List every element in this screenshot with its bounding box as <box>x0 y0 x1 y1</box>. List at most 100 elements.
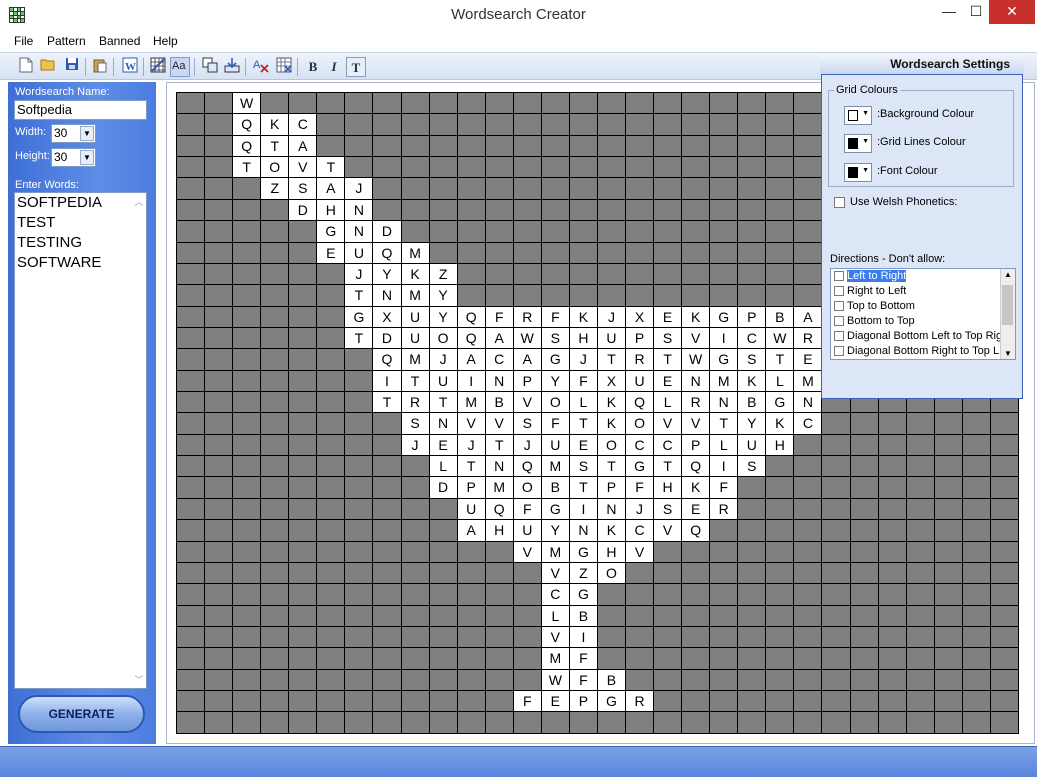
grid-blank-cell[interactable] <box>457 605 486 627</box>
grid-blank-cell[interactable] <box>233 691 262 713</box>
grid-blank-cell[interactable] <box>177 562 206 585</box>
grid-blank-cell[interactable] <box>177 498 206 521</box>
grid-blank-cell[interactable] <box>794 157 823 179</box>
grid-letter-cell[interactable]: J <box>626 498 655 521</box>
grid-blank-cell[interactable] <box>682 242 711 264</box>
grid-blank-cell[interactable] <box>850 413 879 435</box>
grid-letter-cell[interactable]: D <box>429 477 458 499</box>
grid-letter-cell[interactable]: T <box>710 413 739 435</box>
direction-item[interactable]: Diagonal Bottom Right to Top L <box>831 344 1015 359</box>
grid-letter-cell[interactable]: J <box>345 178 374 200</box>
grid-blank-cell[interactable] <box>962 520 991 542</box>
grid-blank-cell[interactable] <box>205 626 234 649</box>
grid-blank-cell[interactable] <box>205 221 234 243</box>
grid-letter-cell[interactable]: Q <box>682 456 711 478</box>
grid-letter-cell[interactable]: E <box>654 370 683 393</box>
grid-blank-cell[interactable] <box>513 584 542 606</box>
grid-letter-cell[interactable]: J <box>513 434 542 457</box>
grid-blank-cell[interactable] <box>654 93 683 115</box>
grid-letter-cell[interactable]: G <box>345 306 374 328</box>
grid-letter-cell[interactable]: H <box>766 434 795 457</box>
grid-blank-cell[interactable] <box>177 199 206 222</box>
grid-blank-cell[interactable] <box>289 669 318 692</box>
grid-blank-cell[interactable] <box>934 648 963 670</box>
grid-blank-cell[interactable] <box>485 157 514 179</box>
grid-letter-cell[interactable]: R <box>794 327 823 350</box>
grid-letter-cell[interactable]: T <box>345 327 374 350</box>
grid-letter-cell[interactable]: R <box>710 498 739 521</box>
grid-blank-cell[interactable] <box>822 648 851 670</box>
grid-blank-cell[interactable] <box>682 541 711 563</box>
grid-blank-cell[interactable] <box>261 349 290 371</box>
checkbox-icon[interactable] <box>834 346 844 357</box>
grid-blank-cell[interactable] <box>177 349 206 371</box>
grid-blank-cell[interactable] <box>541 285 570 307</box>
grid-letter-cell[interactable]: V <box>682 327 711 350</box>
grid-blank-cell[interactable] <box>233 221 262 243</box>
grid-blank-cell[interactable] <box>682 221 711 243</box>
grid-blank-cell[interactable] <box>990 434 1019 457</box>
grid-blank-cell[interactable] <box>345 669 374 692</box>
grid-blank-cell[interactable] <box>317 520 346 542</box>
grid-blank-cell[interactable] <box>233 605 262 627</box>
grid-blank-cell[interactable] <box>794 669 823 692</box>
grid-blank-cell[interactable] <box>177 605 206 627</box>
grid-letter-cell[interactable]: L <box>710 434 739 457</box>
grid-blank-cell[interactable] <box>654 178 683 200</box>
grid-letter-cell[interactable]: T <box>766 349 795 371</box>
grid-blank-cell[interactable] <box>233 263 262 286</box>
grid-blank-cell[interactable] <box>822 626 851 649</box>
grid-blank-cell[interactable] <box>906 626 935 649</box>
grid-blank-cell[interactable] <box>317 285 346 307</box>
grid-letter-cell[interactable]: J <box>401 434 430 457</box>
grid-blank-cell[interactable] <box>513 605 542 627</box>
grid-blank-cell[interactable] <box>878 648 907 670</box>
grid-blank-cell[interactable] <box>289 605 318 627</box>
grid-blank-cell[interactable] <box>345 434 374 457</box>
grid-blank-cell[interactable] <box>794 584 823 606</box>
direction-item[interactable]: Right to Left <box>831 284 1015 299</box>
grid-blank-cell[interactable] <box>177 392 206 414</box>
grid-letter-cell[interactable]: N <box>485 370 514 393</box>
grid-blank-cell[interactable] <box>205 456 234 478</box>
grid-letter-cell[interactable]: K <box>401 263 430 286</box>
grid-blank-cell[interactable] <box>569 263 598 286</box>
grid-blank-cell[interactable] <box>233 498 262 521</box>
grid-blank-cell[interactable] <box>177 242 206 264</box>
grid-blank-cell[interactable] <box>289 456 318 478</box>
copy-icon[interactable] <box>200 57 220 77</box>
grid-blank-cell[interactable] <box>906 691 935 713</box>
grid-blank-cell[interactable] <box>738 114 767 136</box>
grid-letter-cell[interactable]: G <box>541 349 570 371</box>
grid-blank-cell[interactable] <box>485 242 514 264</box>
grid-settings-icon[interactable] <box>148 57 168 77</box>
grid-letter-cell[interactable]: N <box>682 370 711 393</box>
grid-blank-cell[interactable] <box>794 434 823 457</box>
grid-blank-cell[interactable] <box>485 691 514 713</box>
grid-blank-cell[interactable] <box>261 306 290 328</box>
grid-blank-cell[interactable] <box>513 135 542 158</box>
words-scrollbar[interactable]: ︿ ﹀ <box>132 193 146 688</box>
grid-blank-cell[interactable] <box>513 712 542 734</box>
grid-blank-cell[interactable] <box>289 520 318 542</box>
grid-blank-cell[interactable] <box>710 199 739 222</box>
grid-blank-cell[interactable] <box>373 691 402 713</box>
grid-blank-cell[interactable] <box>934 520 963 542</box>
grid-blank-cell[interactable] <box>569 712 598 734</box>
grid-blank-cell[interactable] <box>990 712 1019 734</box>
grid-blank-cell[interactable] <box>345 648 374 670</box>
grid-blank-cell[interactable] <box>766 669 795 692</box>
grid-letter-cell[interactable]: K <box>682 306 711 328</box>
grid-letter-cell[interactable]: Q <box>373 242 402 264</box>
italic-button[interactable]: I <box>324 57 344 77</box>
directions-list[interactable]: Left to Right Right to Left Top to Botto… <box>830 268 1016 360</box>
grid-letter-cell[interactable]: K <box>597 413 626 435</box>
grid-blank-cell[interactable] <box>906 498 935 521</box>
grid-blank-cell[interactable] <box>401 712 430 734</box>
open-folder-icon[interactable] <box>38 57 58 77</box>
grid-letter-cell[interactable]: T <box>654 456 683 478</box>
grid-blank-cell[interactable] <box>766 221 795 243</box>
grid-letter-cell[interactable]: G <box>626 456 655 478</box>
grid-letter-cell[interactable]: M <box>541 456 570 478</box>
grid-blank-cell[interactable] <box>205 520 234 542</box>
